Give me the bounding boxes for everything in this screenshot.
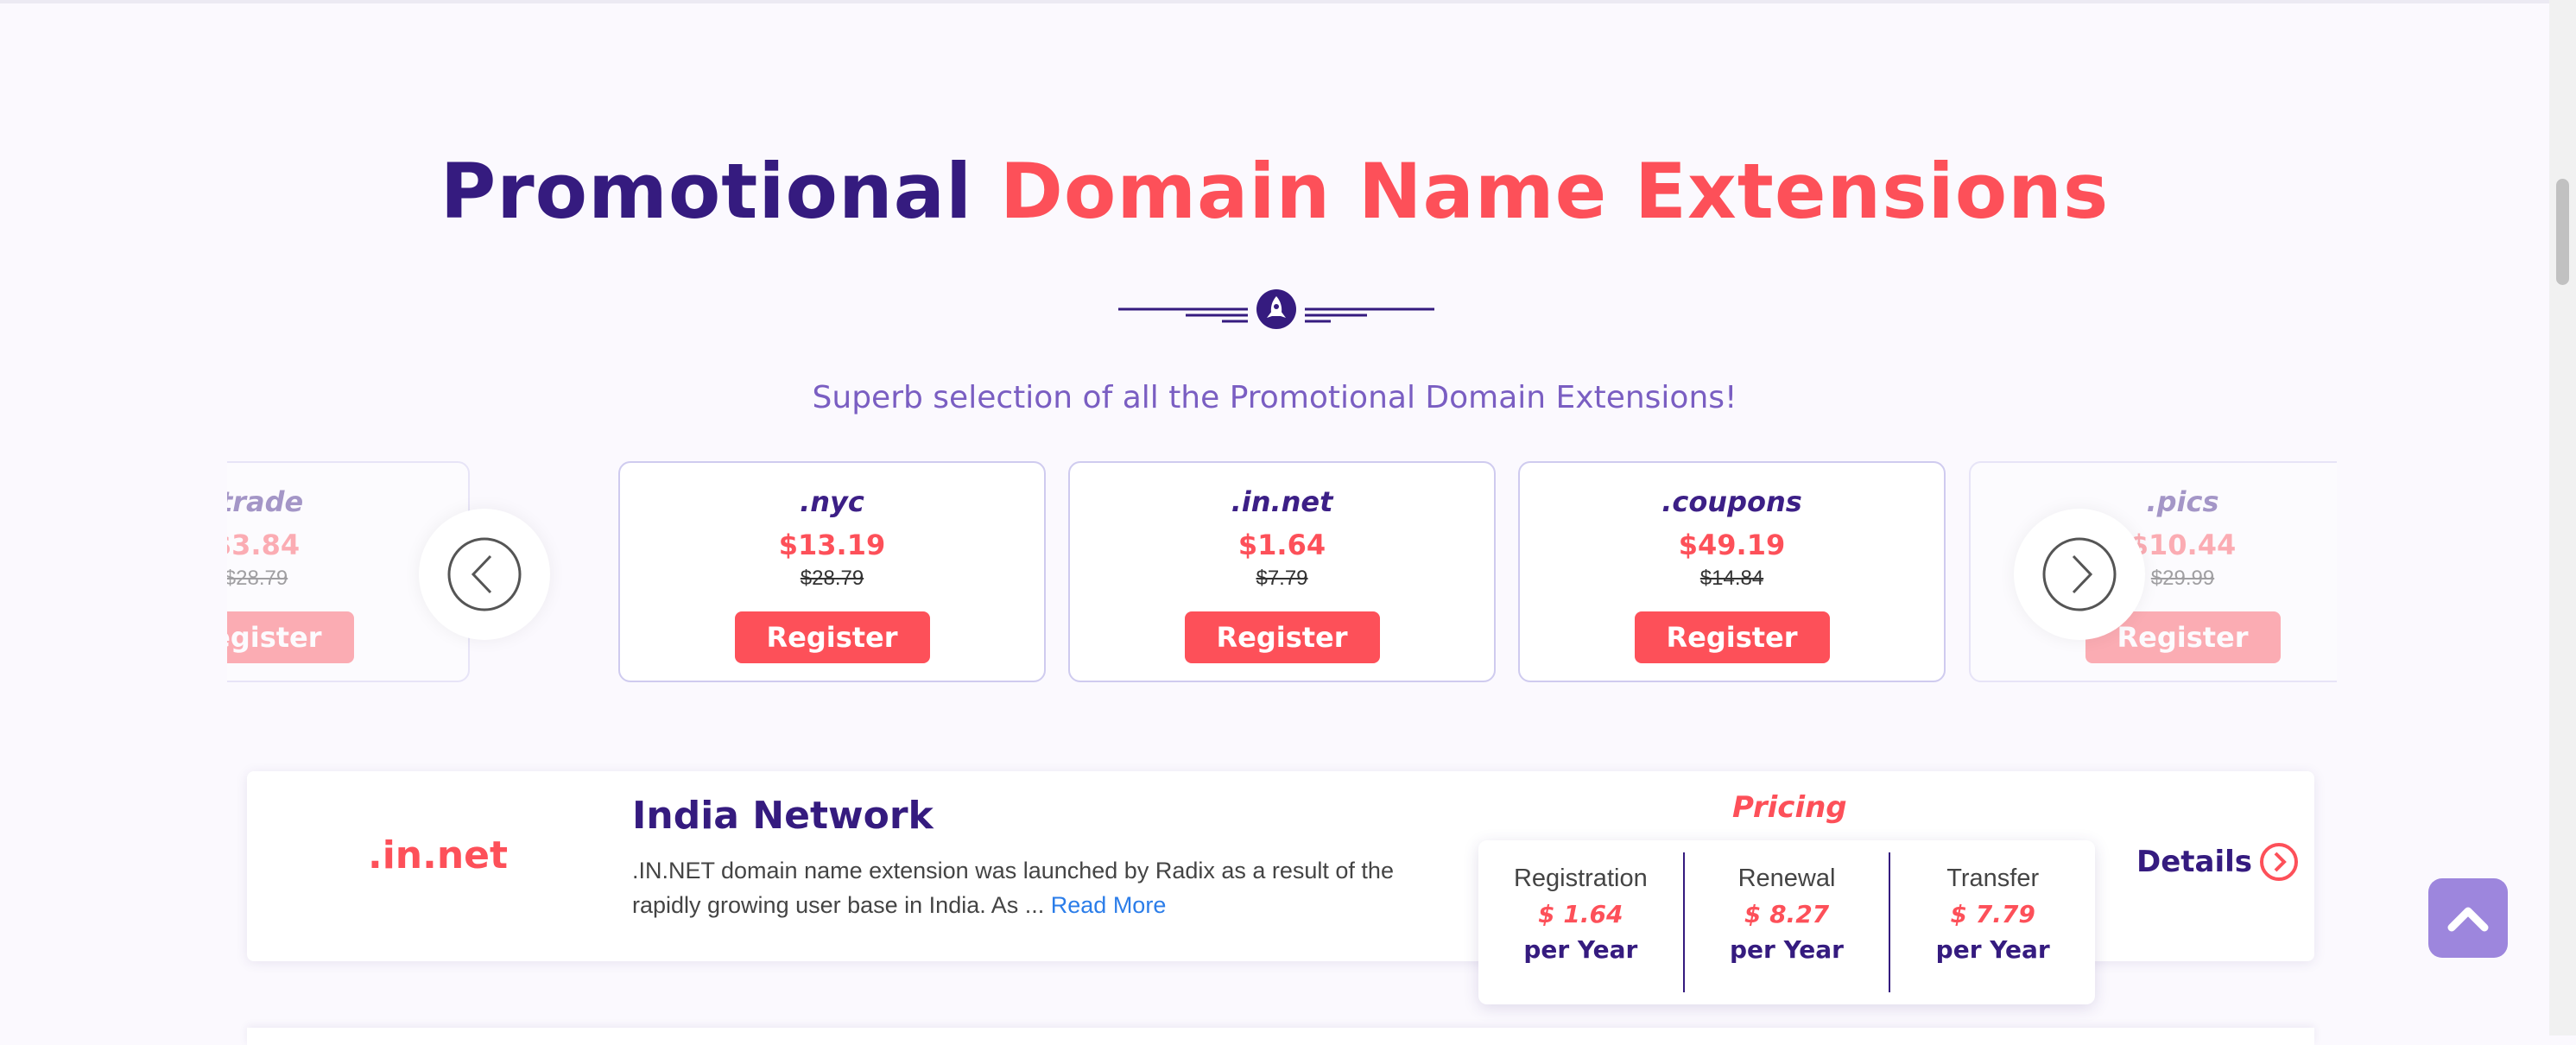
section-title-part1: Promotional: [440, 147, 973, 236]
card-extension: .coupons: [1661, 485, 1802, 518]
detail-description: .IN.NET domain name extension was launch…: [632, 853, 1427, 922]
card-price: $49.19: [1678, 529, 1786, 561]
section-title: Promotional Domain Name Extensions: [0, 147, 2549, 236]
domain-card-in-net: .in.net $1.64 $7.79 Register: [1068, 461, 1496, 682]
page-scrollbar[interactable]: [2549, 0, 2576, 1036]
chevron-up-icon: [2447, 907, 2489, 932]
register-button[interactable]: Register: [734, 611, 930, 663]
card-price: $1.64: [1237, 529, 1326, 561]
section-title-part2: Domain Name Extensions: [999, 147, 2110, 236]
card-old-price: $14.84: [1699, 567, 1764, 590]
card-extension: .pics: [2146, 485, 2219, 518]
pricing-label: Renewal: [1737, 864, 1836, 892]
pricing-period: per Year: [1730, 935, 1844, 964]
pricing-registration: Registration $ 1.64 per Year: [1478, 852, 1683, 992]
scroll-to-top-button[interactable]: [2428, 878, 2508, 958]
pricing-value: $ 7.79: [1950, 900, 2035, 928]
carousel-prev-button[interactable]: [419, 509, 550, 640]
chevron-left-icon: [447, 537, 522, 611]
title-divider: [1118, 289, 1434, 329]
pricing-label: Transfer: [1946, 864, 2040, 892]
pricing-period: per Year: [1935, 935, 2050, 964]
detail-description-text: .IN.NET domain name extension was launch…: [632, 858, 1394, 918]
detail-name: India Network: [632, 794, 934, 838]
section-subtitle: Superb selection of all the Promotional …: [812, 380, 1737, 415]
details-label: Details: [2136, 845, 2253, 879]
domain-detail-card: .in.net India Network .IN.NET domain nam…: [247, 771, 2314, 1004]
card-old-price: $28.79: [800, 567, 864, 590]
register-button[interactable]: Register: [227, 611, 354, 663]
carousel-next-button[interactable]: [2014, 509, 2145, 640]
register-button[interactable]: Register: [1634, 611, 1830, 663]
pricing-label: Registration: [1513, 864, 1648, 892]
card-old-price: $7.79: [1256, 567, 1308, 590]
card-extension: .trade: [227, 485, 304, 518]
register-button[interactable]: Register: [1184, 611, 1380, 663]
top-border: [0, 0, 2549, 3]
pricing-value: $ 8.27: [1744, 900, 1830, 928]
pricing-title: Pricing: [1732, 790, 1847, 825]
pricing-renewal: Renewal $ 8.27 per Year: [1682, 852, 1889, 992]
pricing-transfer: Transfer $ 7.79 per Year: [1889, 852, 2095, 992]
read-more-link[interactable]: Read More: [1051, 892, 1167, 918]
chevron-right-icon: [2042, 537, 2117, 611]
card-extension: .in.net: [1231, 485, 1333, 518]
card-extension: .nyc: [800, 485, 864, 518]
pricing-value: $ 1.64: [1538, 900, 1623, 928]
details-link[interactable]: Details: [2136, 842, 2299, 882]
card-price: $13.19: [778, 529, 886, 561]
scrollbar-thumb[interactable]: [2556, 179, 2569, 285]
domain-card-nyc: .nyc $13.19 $28.79 Register: [618, 461, 1046, 682]
chevron-right-circle-icon: [2260, 843, 2299, 881]
detail-extension: .in.net: [368, 833, 509, 877]
pricing-period: per Year: [1523, 935, 1638, 964]
rocket-icon: [1256, 289, 1296, 329]
pricing-table: Registration $ 1.64 per Year Renewal $ 8…: [1478, 840, 2095, 1004]
domain-card-coupons: .coupons $49.19 $14.84 Register: [1518, 461, 1946, 682]
next-detail-card: [247, 1028, 2314, 1045]
